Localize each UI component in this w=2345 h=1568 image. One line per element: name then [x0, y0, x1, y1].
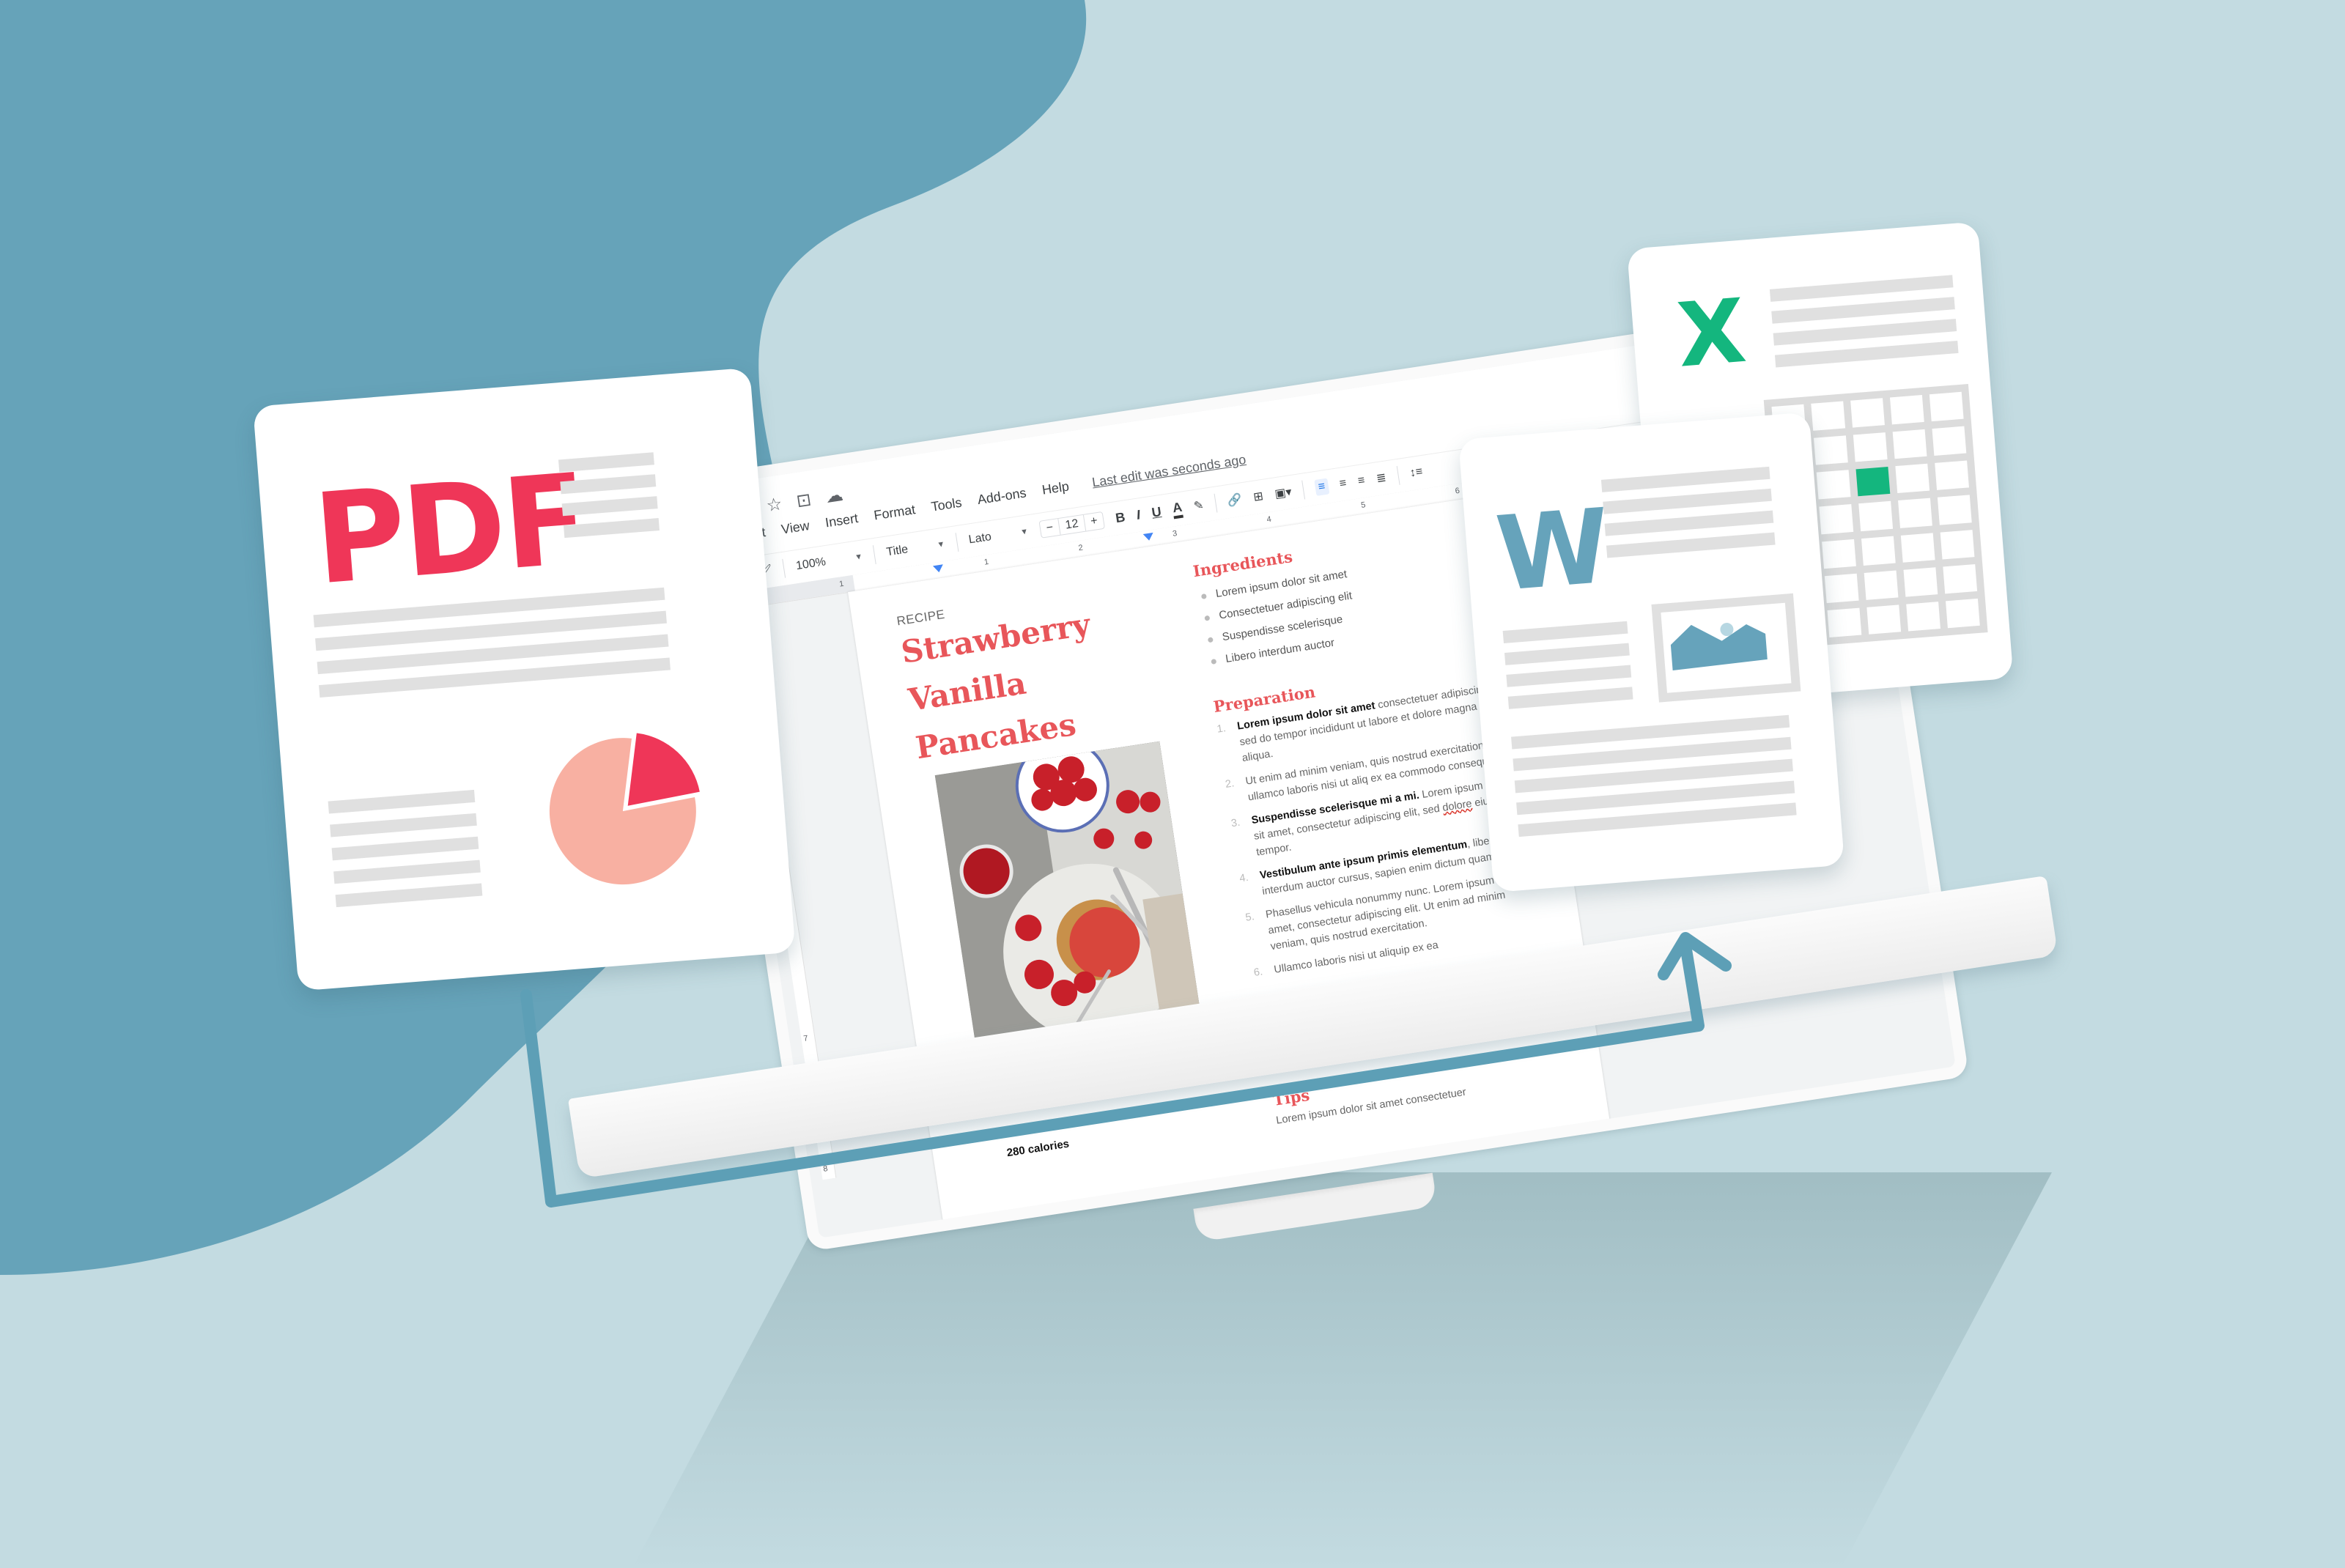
spelling-error[interactable]: dolore	[1441, 798, 1472, 814]
grid-cell	[1864, 570, 1899, 600]
text-color-button[interactable]: A	[1171, 499, 1184, 519]
grid-cell	[1898, 498, 1932, 528]
grid-cell	[1861, 536, 1896, 566]
grid-cell	[1940, 529, 1975, 560]
grid-cell	[1906, 601, 1940, 632]
text-line-placeholder	[330, 813, 477, 837]
menu-format[interactable]: Format	[873, 502, 917, 523]
grid-cell	[1822, 539, 1856, 569]
move-folder-icon[interactable]: ⊡	[795, 489, 813, 512]
word-w-logo: W	[1492, 487, 1614, 615]
text-line-placeholder	[1600, 466, 1770, 492]
right-indent-marker[interactable]	[1142, 532, 1155, 541]
underline-button[interactable]: U	[1151, 504, 1162, 521]
grid-cell	[1943, 563, 1978, 594]
grid-cell	[1853, 432, 1888, 462]
text-line-placeholder	[1603, 488, 1772, 514]
highlighted-cell	[1855, 467, 1891, 497]
pie-chart-icon	[549, 733, 700, 885]
align-justify-icon[interactable]: ≣	[1375, 470, 1387, 487]
chevron-down-icon: ▼	[936, 539, 946, 550]
pdf-file-card: PDF	[253, 367, 796, 991]
text-line-placeholder	[1502, 621, 1628, 643]
menu-tools[interactable]: Tools	[930, 495, 963, 515]
chevron-down-icon: ▼	[854, 552, 864, 563]
add-comment-icon[interactable]: ⊞	[1252, 489, 1264, 505]
font-size-increase[interactable]: +	[1084, 512, 1104, 531]
highlight-pen-icon[interactable]: ✎	[1193, 498, 1205, 514]
line-spacing-icon[interactable]: ↕≡	[1409, 465, 1424, 480]
align-center-icon[interactable]: ≡	[1339, 477, 1348, 491]
zoom-select[interactable]: 100% ▼	[795, 550, 863, 574]
grid-cell	[1816, 470, 1851, 500]
text-line-placeholder	[1771, 297, 1955, 324]
recipe-title: Strawberry Vanilla Pancakes	[898, 606, 1093, 766]
chevron-down-icon: ▼	[1019, 527, 1030, 537]
text-line-placeholder	[335, 883, 483, 908]
cloud-saved-icon: ☁	[824, 484, 845, 508]
word-file-card: W	[1458, 412, 1845, 893]
align-right-icon[interactable]: ≡	[1357, 474, 1366, 488]
grid-cell	[1814, 435, 1848, 465]
text-line-placeholder	[1769, 275, 1954, 302]
grid-cell	[1819, 504, 1854, 534]
grid-cell	[1850, 398, 1885, 428]
insert-link-icon[interactable]: 🔗	[1227, 492, 1244, 509]
grid-cell	[1932, 426, 1967, 456]
font-select[interactable]: Lato ▼	[968, 525, 1030, 547]
grid-cell	[1889, 395, 1924, 425]
font-size-input[interactable]: 12	[1057, 514, 1087, 535]
text-line-placeholder	[1506, 665, 1632, 687]
mountain-image-icon	[1670, 623, 1768, 671]
grid-cell	[1903, 566, 1938, 597]
insert-image-icon[interactable]: ▣▾	[1274, 484, 1293, 501]
grid-cell	[1827, 607, 1862, 637]
italic-button[interactable]: I	[1135, 507, 1141, 523]
grid-cell	[1946, 598, 1980, 629]
text-line-placeholder	[1606, 532, 1776, 558]
left-indent-marker[interactable]	[932, 564, 945, 574]
text-line-placeholder	[331, 836, 479, 861]
text-line-placeholder	[1604, 510, 1774, 536]
text-line-placeholder	[1507, 687, 1633, 709]
style-select[interactable]: Title ▼	[885, 538, 945, 560]
grid-cell	[1935, 460, 1970, 491]
star-icon[interactable]: ☆	[765, 493, 784, 517]
menu-insert[interactable]: Insert	[824, 511, 860, 530]
grid-cell	[1811, 401, 1846, 431]
text-line-placeholder	[1774, 340, 1959, 368]
grid-cell	[1866, 604, 1902, 635]
pie-slice-highlight	[627, 733, 700, 806]
grid-cell	[1892, 429, 1927, 459]
font-size-stepper: − 12 +	[1038, 511, 1106, 539]
grid-cell	[1929, 391, 1964, 422]
menu-view[interactable]: View	[780, 518, 810, 538]
grid-cell	[1824, 573, 1859, 603]
align-left-icon[interactable]: ≡	[1314, 478, 1329, 496]
grid-cell	[1858, 501, 1894, 531]
font-size-decrease[interactable]: −	[1039, 519, 1060, 538]
text-line-placeholder	[1504, 643, 1630, 665]
menu-help[interactable]: Help	[1041, 478, 1071, 498]
bold-button[interactable]: B	[1115, 509, 1126, 526]
excel-x-logo: X	[1674, 280, 1750, 388]
pdf-logo: PDF	[309, 447, 591, 613]
grid-cell	[1900, 532, 1935, 563]
grid-cell	[1895, 463, 1930, 494]
menu-addons[interactable]: Add-ons	[977, 485, 1027, 508]
image-placeholder	[1651, 593, 1801, 703]
text-line-placeholder	[328, 789, 476, 814]
grid-cell	[1937, 495, 1972, 525]
text-line-placeholder	[333, 859, 481, 884]
text-line-placeholder	[1773, 319, 1957, 346]
